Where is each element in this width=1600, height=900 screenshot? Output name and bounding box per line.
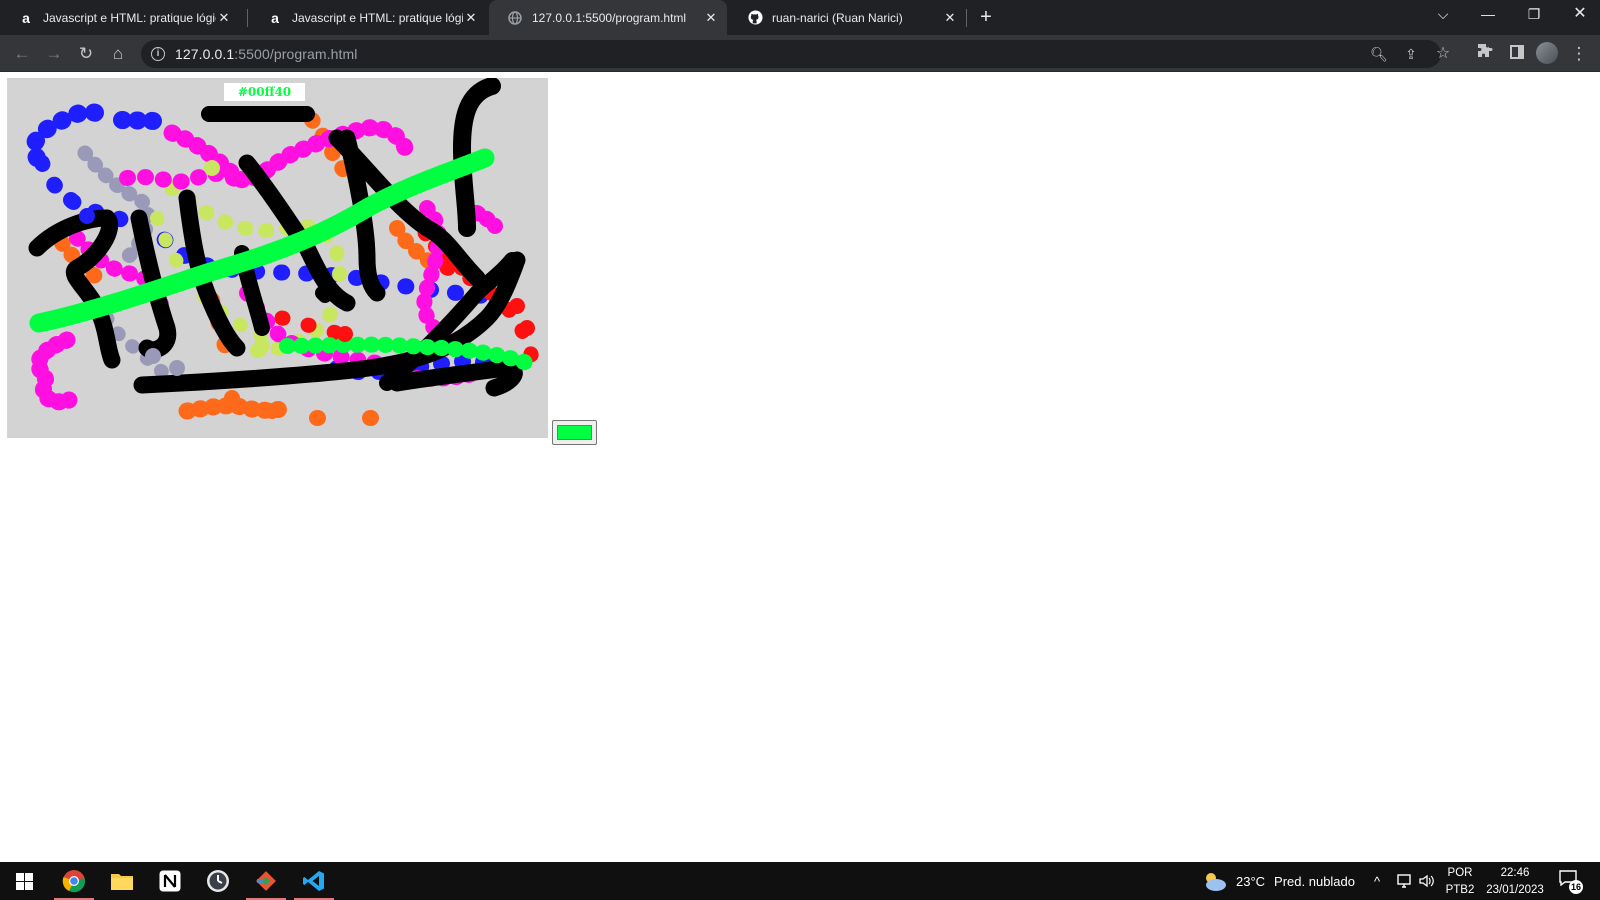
alura-icon: a bbox=[271, 9, 279, 26]
url-path: :5500/program.html bbox=[234, 46, 358, 62]
language-code: POR bbox=[1447, 867, 1473, 879]
github-icon bbox=[747, 10, 763, 26]
restore-button[interactable]: ❐ bbox=[1511, 0, 1557, 30]
address-bar[interactable]: i 127.0.0.1:5500/program.html 🔍︎ ⇪ ☆ bbox=[141, 40, 1450, 68]
notification-badge: 16 bbox=[1569, 880, 1583, 894]
tab-separator bbox=[966, 9, 967, 27]
volume-icon[interactable] bbox=[1418, 862, 1436, 900]
color-swatch bbox=[557, 425, 592, 440]
input-language-indicator[interactable]: POR PTB2 bbox=[1444, 865, 1476, 899]
new-tab-button[interactable]: + bbox=[975, 7, 997, 29]
show-hidden-icons-chevron-icon[interactable]: ^ bbox=[1374, 862, 1380, 900]
weather-widget[interactable]: 23°C Pred. nublado bbox=[1202, 862, 1355, 900]
color-picker-input[interactable] bbox=[552, 420, 597, 445]
vscode-icon[interactable] bbox=[290, 862, 338, 900]
chrome-icon[interactable] bbox=[50, 862, 98, 900]
profile-avatar[interactable] bbox=[1536, 42, 1558, 64]
close-icon[interactable]: ✕ bbox=[216, 10, 232, 26]
network-icon[interactable] bbox=[1396, 862, 1414, 900]
home-button[interactable]: ⌂ bbox=[105, 41, 131, 67]
tab-search-chevron-icon[interactable]: ⌵ bbox=[1420, 0, 1466, 30]
browser-tab-strip: a Javascript e HTML: pratique lógica ✕ a… bbox=[0, 0, 1600, 35]
clock-time: 22:46 bbox=[1500, 867, 1530, 879]
side-panel-icon[interactable] bbox=[1504, 41, 1530, 67]
forward-button[interactable]: → bbox=[41, 41, 67, 67]
extensions-icon[interactable] bbox=[1472, 41, 1498, 67]
site-info-icon[interactable]: i bbox=[151, 47, 165, 61]
url-host: 127.0.0.1 bbox=[175, 46, 235, 62]
close-window-button[interactable]: ✕ bbox=[1557, 0, 1600, 30]
alura-icon: a bbox=[22, 9, 30, 26]
minimize-button[interactable]: — bbox=[1465, 0, 1511, 30]
clock-app-icon[interactable] bbox=[194, 862, 242, 900]
notification-center-icon[interactable]: 16 bbox=[1559, 870, 1583, 894]
share-icon[interactable]: ⇪ bbox=[1401, 44, 1421, 64]
zoom-icon[interactable]: 🔍︎ bbox=[1369, 44, 1389, 64]
clock-date: 23/01/2023 bbox=[1486, 884, 1544, 896]
close-icon[interactable]: ✕ bbox=[703, 10, 719, 26]
reload-button[interactable]: ↻ bbox=[73, 41, 99, 67]
system-clock[interactable]: 22:46 23/01/2023 bbox=[1480, 865, 1550, 899]
keyboard-layout: PTB2 bbox=[1445, 884, 1475, 896]
close-icon[interactable]: ✕ bbox=[463, 10, 479, 26]
tab-title: ruan-narici (Ruan Narici) bbox=[772, 10, 903, 25]
tab-separator bbox=[247, 9, 248, 27]
drawing-canvas[interactable] bbox=[7, 78, 548, 438]
tab-title: 127.0.0.1:5500/program.html bbox=[532, 10, 687, 25]
bookmark-star-icon[interactable]: ☆ bbox=[1433, 44, 1453, 64]
windows-start-icon[interactable] bbox=[0, 862, 48, 900]
tab-alura-2[interactable]: a Javascript e HTML: pratique lógica ✕ bbox=[249, 0, 487, 35]
tab-program-html[interactable]: 127.0.0.1:5500/program.html ✕ bbox=[489, 0, 727, 35]
back-button[interactable]: ← bbox=[9, 41, 35, 67]
globe-icon bbox=[507, 10, 523, 26]
tab-title: Javascript e HTML: pratique lógica bbox=[43, 10, 216, 25]
color-hex-label: #00ff40 bbox=[224, 83, 305, 101]
menu-kebab-icon[interactable]: ⋮ bbox=[1566, 41, 1592, 67]
cloudy-weather-icon bbox=[1206, 873, 1226, 891]
notion-icon[interactable] bbox=[146, 862, 194, 900]
tab-github[interactable]: ruan-narici (Ruan Narici) ✕ bbox=[729, 0, 966, 35]
browser-toolbar: ← → ↻ ⌂ i 127.0.0.1:5500/program.html 🔍︎… bbox=[0, 35, 1600, 72]
windows-taskbar: 23°C Pred. nublado ^ POR PTB2 22:46 23/0… bbox=[0, 862, 1600, 900]
tab-title: Javascript e HTML: pratique lógica bbox=[292, 10, 463, 25]
weather-description: Pred. nublado bbox=[1274, 873, 1355, 889]
git-gui-icon[interactable] bbox=[242, 862, 290, 900]
weather-temp: 23°C bbox=[1236, 873, 1266, 889]
url-text[interactable]: 127.0.0.1:5500/program.html bbox=[175, 46, 358, 62]
close-icon[interactable]: ✕ bbox=[942, 10, 958, 26]
file-explorer-icon[interactable] bbox=[98, 862, 146, 900]
tab-alura-1[interactable]: a Javascript e HTML: pratique lógica ✕ bbox=[0, 0, 240, 35]
